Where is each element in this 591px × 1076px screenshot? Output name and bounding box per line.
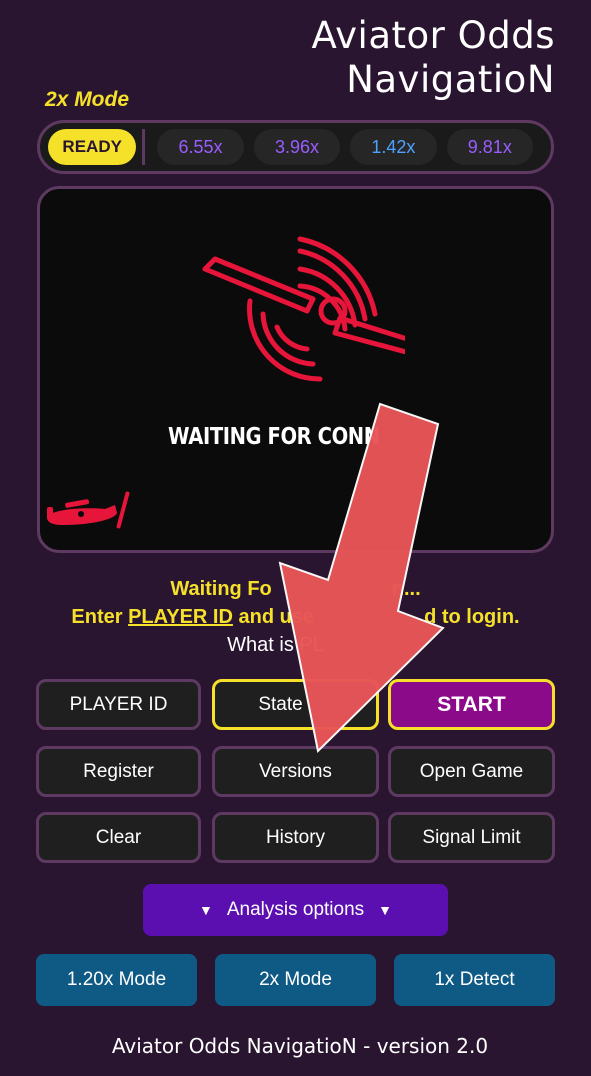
odd-pill: 1.42x (350, 129, 437, 165)
odds-history-bar: READY 6.55x 3.96x 1.42x 9.81x (37, 120, 554, 174)
waiting-for-connection-text: WAITING FOR CONN (168, 424, 380, 450)
connection-status-message: Waiting Fo n... Enter PLAYER ID and use d … (0, 575, 591, 659)
what-is-player-id-text: What is PL (227, 634, 324, 656)
app-title-line2: NavigatioN (346, 58, 555, 101)
footer-version-text: Aviator Odds NavigatioN - version 2.0 (111, 1034, 489, 1058)
odd-pill: 3.96x (253, 129, 341, 165)
status-text: n... (391, 578, 421, 600)
aviator-plane-icon (47, 491, 130, 529)
versions-button[interactable]: Versions (212, 746, 379, 797)
ready-status-pill: READY (48, 129, 137, 165)
status-text: and use (232, 606, 315, 628)
game-screen: WAITING FOR CONN (37, 186, 554, 553)
app-title-line1: Aviator Odds (311, 14, 555, 57)
current-mode-label: 2x Mode (45, 88, 130, 111)
state-button-label: State (258, 693, 303, 715)
start-button[interactable]: START (388, 679, 555, 730)
mode-1x-detect-button[interactable]: 1x Detect (394, 954, 555, 1006)
mode-2x-button[interactable]: 2x Mode (215, 954, 376, 1006)
mode-1-20x-button[interactable]: 1.20x Mode (36, 954, 197, 1006)
analysis-options-label: Analysis options (226, 899, 365, 920)
state-button[interactable]: State (212, 679, 379, 730)
player-id-button[interactable]: PLAYER ID (36, 679, 201, 730)
odds-divider (142, 129, 146, 165)
register-button[interactable]: Register (36, 746, 201, 797)
triangle-down-icon: ▼ (378, 902, 392, 918)
odd-pill: 9.81x (446, 129, 534, 165)
triangle-down-icon: ▼ (198, 902, 213, 918)
status-text: d to login. (424, 606, 520, 628)
signal-limit-button[interactable]: Signal Limit (388, 812, 555, 863)
player-id-reference: PLAYER ID (128, 606, 233, 628)
history-button[interactable]: History (212, 812, 379, 863)
analysis-options-button[interactable]: ▼ Analysis options ▼ (143, 884, 448, 936)
odd-pill: 6.55x (157, 129, 244, 165)
clear-button[interactable]: Clear (36, 812, 201, 863)
status-text: Enter (71, 606, 129, 628)
propeller-radar-icon (202, 236, 405, 382)
status-text: Waiting Fo (170, 578, 272, 600)
open-game-button[interactable]: Open Game (388, 746, 555, 797)
app-title: Aviator Odds NavigatioN (312, 14, 555, 102)
